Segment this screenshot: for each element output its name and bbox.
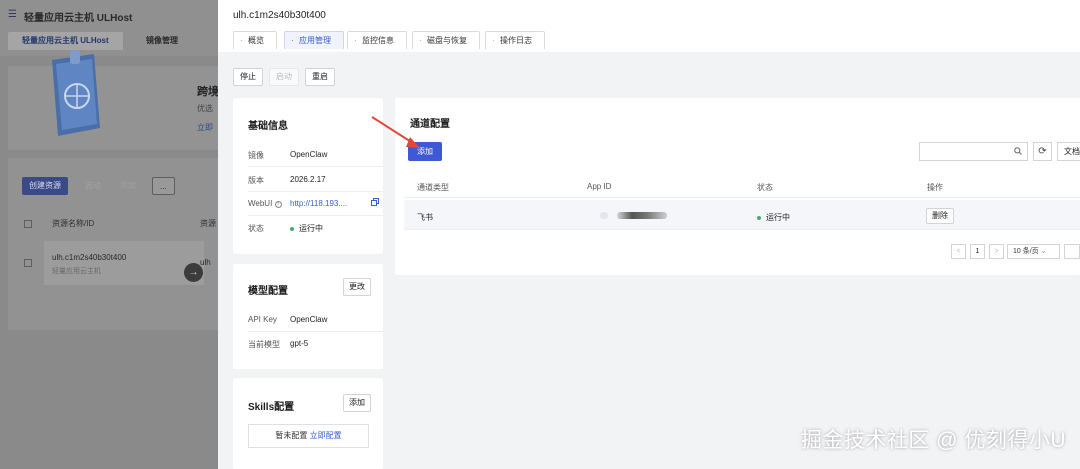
page-size-select[interactable]: 10 条/页 ⌄ (1007, 244, 1060, 259)
docs-button[interactable]: 文档 (1057, 142, 1080, 161)
row-resource-sub: 轻量应用云主机 (52, 268, 101, 275)
table-row (404, 200, 1080, 230)
tab-disk-recovery[interactable]: 磁盘与恢复 (412, 31, 480, 49)
table-row[interactable] (44, 241, 204, 285)
background-tab-ulhost[interactable]: 轻量应用云主机 ULHost (8, 32, 123, 50)
basic-info-panel: 基础信息 镜像 OpenClaw 版本 2026.2.17 WebUI ? ht… (233, 98, 383, 254)
column-header-status: 状态 (757, 183, 773, 192)
tab-monitoring[interactable]: 监控信息 (347, 31, 407, 49)
tab-app-management[interactable]: 应用管理 (284, 31, 344, 49)
column-header-app-id: App ID (587, 182, 612, 191)
column-header-name: 资源名称/ID (52, 219, 95, 228)
row-checkbox[interactable] (24, 259, 32, 267)
column-header-resource: 资源 (200, 219, 216, 228)
drawer-header: ulh.c1m2s40b30t400 概览 应用管理 监控信息 磁盘与恢复 操作… (218, 0, 1080, 52)
status-label: 状态 (248, 224, 264, 233)
model-config-panel: 模型配置 更改 API Key OpenClaw 当前模型 gpt-5 (233, 264, 383, 369)
pagination-next-button[interactable]: > (989, 244, 1004, 259)
background-tab-images[interactable]: 镜像管理 (132, 32, 192, 50)
background-app-title: 轻量应用云主机 ULHost (24, 13, 133, 24)
webui-label: WebUI ? (248, 199, 282, 208)
restart-button[interactable]: 重启 (305, 68, 335, 86)
background-add-button[interactable]: 添加 (113, 177, 143, 195)
tab-operation-log[interactable]: 操作日志 (485, 31, 545, 49)
basic-info-title: 基础信息 (248, 121, 288, 132)
divider (248, 215, 383, 216)
banner-subtitle: 优选 (197, 104, 213, 113)
channel-type-cell: 飞书 (417, 213, 433, 222)
row-resource-name[interactable]: ulh.c1m2s40b30t400 (52, 253, 126, 262)
channel-search-input[interactable] (919, 142, 1028, 161)
passport-illustration-icon (52, 50, 100, 136)
divider (248, 191, 383, 192)
banner-title: 跨境 (197, 86, 219, 98)
app-id-redacted (617, 212, 667, 219)
instance-drawer: ulh.c1m2s40b30t400 概览 应用管理 监控信息 磁盘与恢复 操作… (218, 0, 1080, 469)
refresh-icon[interactable]: ⟳ (1033, 142, 1052, 161)
image-label: 镜像 (248, 151, 264, 160)
model-config-title: 模型配置 (248, 286, 288, 297)
channel-config-panel: 通道配置 添加 ⟳ 文档 通道类型 App ID 状态 操作 飞书 运行中 删除… (395, 98, 1080, 275)
more-button[interactable]: ... (152, 177, 175, 195)
status-value: 运行中 (290, 223, 323, 234)
background-start-button[interactable]: 启动 (78, 177, 108, 195)
row-resource-col: ulh (200, 258, 211, 267)
skills-empty-state: 暂未配置 立即配置 (248, 424, 369, 448)
table-header (404, 174, 1080, 198)
skills-config-title: Skills配置 (248, 402, 295, 413)
start-button[interactable]: 启动 (269, 68, 299, 86)
current-model-value: gpt-5 (290, 339, 309, 348)
configure-now-link[interactable]: 立即配置 (310, 431, 342, 440)
add-skill-button[interactable]: 添加 (343, 394, 371, 412)
banner-link[interactable]: 立即 (197, 122, 213, 133)
help-icon[interactable]: ? (274, 201, 282, 208)
search-icon[interactable] (1014, 147, 1022, 155)
status-dot-icon (290, 226, 294, 231)
pagination-prev-button[interactable]: < (951, 244, 966, 259)
delete-channel-button[interactable]: 删除 (926, 208, 954, 224)
app-id-redacted (600, 212, 608, 219)
copy-icon[interactable] (371, 198, 379, 206)
version-label: 版本 (248, 176, 264, 185)
status-dot-icon (757, 215, 761, 220)
divider (248, 166, 383, 167)
api-key-value: OpenClaw (290, 315, 328, 324)
tab-overview[interactable]: 概览 (233, 31, 277, 49)
drawer-title: ulh.c1m2s40b30t400 (233, 10, 326, 21)
api-key-label: API Key (248, 315, 277, 324)
create-resource-button[interactable]: 创建资源 (22, 177, 68, 195)
expand-arrow-icon[interactable]: → (184, 263, 203, 282)
menu-icon: ☰ (8, 9, 17, 20)
version-value: 2026.2.17 (290, 175, 326, 184)
column-header-channel-type: 通道类型 (417, 183, 449, 192)
watermark: 掘金技术社区 @ 优刻得小U (800, 429, 1066, 452)
stop-button[interactable]: 停止 (233, 68, 263, 86)
skills-config-panel: Skills配置 添加 暂未配置 立即配置 (233, 378, 383, 469)
webui-link[interactable]: http://118.193.... (290, 199, 347, 208)
column-header-actions: 操作 (927, 183, 943, 192)
pagination-jump-input[interactable] (1064, 244, 1080, 259)
channel-status-cell: 运行中 (757, 212, 790, 223)
image-value: OpenClaw (290, 150, 328, 159)
chevron-down-icon: ⌄ (1040, 248, 1047, 255)
select-all-checkbox[interactable] (24, 220, 32, 228)
edit-model-button[interactable]: 更改 (343, 278, 371, 296)
divider (248, 331, 383, 332)
annotation-arrow-icon (371, 116, 420, 148)
current-model-label: 当前模型 (248, 340, 280, 349)
background-page: ☰ 轻量应用云主机 ULHost 轻量应用云主机 ULHost 镜像管理 创建资… (0, 0, 230, 469)
pagination-page-1[interactable]: 1 (970, 244, 985, 259)
